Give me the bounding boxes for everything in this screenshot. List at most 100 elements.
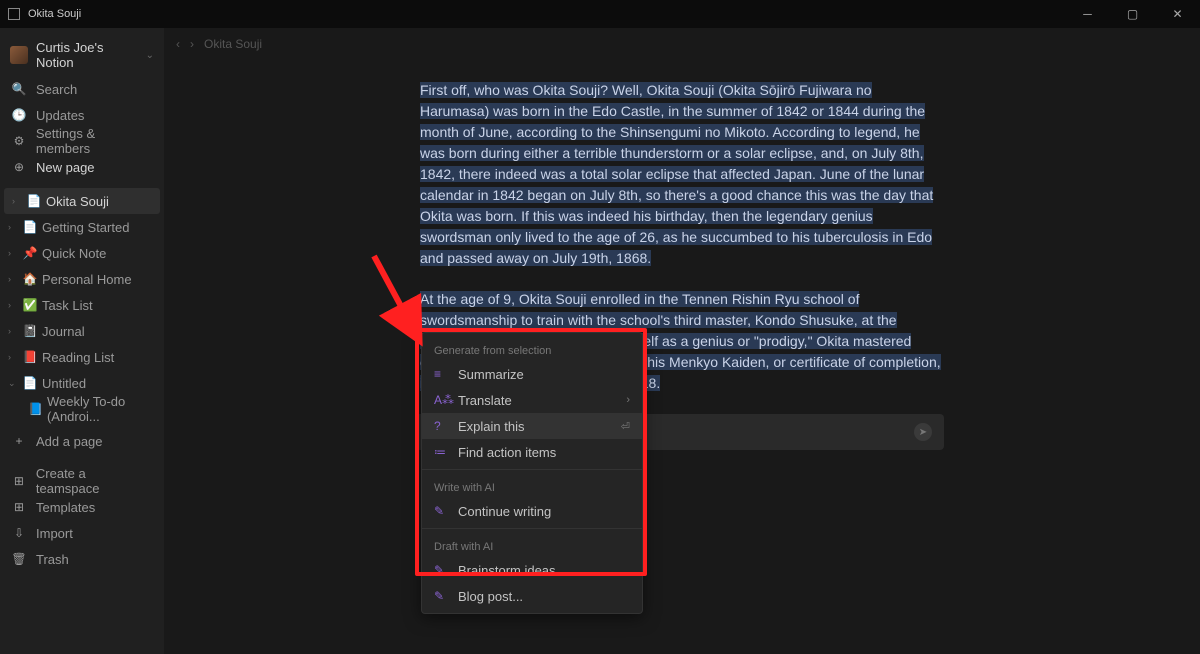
sidebar-page-personal-home[interactable]: › 🏠 Personal Home [0,266,164,292]
chevron-right-icon[interactable]: › [8,300,18,310]
breadcrumb[interactable]: Okita Souji [204,37,262,51]
settings-item[interactable]: ⚙ Settings & members [0,128,164,154]
ai-menu-explain[interactable]: ? Explain this ⏎ [422,413,642,439]
sidebar-page-reading-list[interactable]: › 📕 Reading List [0,344,164,370]
book-icon: 📘 [28,402,43,416]
list-icon: ≔ [434,445,448,459]
search-item[interactable]: 🔍 Search [0,76,164,102]
enter-icon: ⏎ [621,420,630,433]
search-icon: 🔍 [12,82,26,96]
chevron-right-icon[interactable]: › [8,274,18,284]
add-page-item[interactable]: + Add a page [0,428,164,454]
sidebar-page-weekly-todo[interactable]: 📘 Weekly To-do (Androi... [0,396,164,422]
chevron-right-icon[interactable]: › [8,326,18,336]
import-item[interactable]: ⇩ Import [0,520,164,546]
plus-icon: + [12,434,26,448]
minimize-button[interactable]: ─ [1065,0,1110,28]
ai-menu-translate[interactable]: A⁂ Translate › [422,387,642,413]
ai-menu-brainstorm[interactable]: ✎ Brainstorm ideas... [422,557,642,583]
content-area: ‹ › Okita Souji First off, who was Okita… [164,28,1200,654]
ai-menu-label: Translate [458,393,512,408]
new-page-label: New page [36,160,95,175]
sidebar: Curtis Joe's Notion ⌄ 🔍 Search 🕒 Updates… [0,28,164,654]
ai-menu-label: Explain this [458,419,524,434]
page-label: Untitled [42,376,86,391]
ai-menu-label: Brainstorm ideas... [458,563,566,578]
ai-menu-label: Blog post... [458,589,523,604]
gear-icon: ⚙ [12,134,26,148]
updates-item[interactable]: 🕒 Updates [0,102,164,128]
sidebar-page-untitled[interactable]: ⌄ 📄 Untitled [0,370,164,396]
ai-menu-label: Summarize [458,367,524,382]
page-list: › 📄 Okita Souji › 📄 Getting Started › 📌 … [0,188,164,454]
page-label: Weekly To-do (Androi... [47,394,156,424]
maximize-button[interactable]: ▢ [1110,0,1155,28]
divider [422,469,642,470]
document-icon: 📄 [26,194,42,208]
plus-circle-icon: ⊕ [12,160,26,174]
forward-button[interactable]: › [190,37,194,51]
chevron-right-icon[interactable]: › [8,248,18,258]
sidebar-page-getting-started[interactable]: › 📄 Getting Started [0,214,164,240]
window-title: Okita Souji [28,8,81,20]
workspace-name: Curtis Joe's Notion [36,40,138,70]
ai-menu-section-write: Write with AI [422,474,642,498]
ai-menu-section-generate: Generate from selection [422,337,642,361]
chevron-down-icon[interactable]: ⌄ [8,378,18,389]
ai-menu: Generate from selection ≡ Summarize A⁂ T… [421,332,643,614]
page-label: Okita Souji [46,194,109,209]
back-button[interactable]: ‹ [176,37,180,51]
teamspace-label: Create a teamspace [36,466,152,496]
new-page-item[interactable]: ⊕ New page [0,154,164,180]
ai-menu-section-draft: Draft with AI [422,533,642,557]
chevron-right-icon[interactable]: › [8,352,18,362]
pencil-icon: ✎ [434,563,448,577]
search-label: Search [36,82,77,97]
create-teamspace-item[interactable]: ⊞ Create a teamspace [0,468,164,494]
settings-label: Settings & members [36,126,152,156]
close-button[interactable]: ✕ [1155,0,1200,28]
pin-icon: 📌 [22,246,38,260]
sidebar-page-task-list[interactable]: › ✅ Task List [0,292,164,318]
clock-icon: 🕒 [12,108,26,122]
summarize-icon: ≡ [434,367,448,381]
ai-menu-action-items[interactable]: ≔ Find action items [422,439,642,465]
trash-label: Trash [36,552,69,567]
trash-icon: 🗑 [12,552,26,566]
sidebar-page-quick-note[interactable]: › 📌 Quick Note [0,240,164,266]
app-icon [8,8,20,20]
templates-item[interactable]: ⊞ Templates [0,494,164,520]
templates-label: Templates [36,500,95,515]
import-label: Import [36,526,73,541]
ai-menu-continue[interactable]: ✎ Continue writing [422,498,642,524]
check-icon: ✅ [22,298,38,312]
ai-menu-blog[interactable]: ✎ Blog post... [422,583,642,609]
avatar [10,46,28,64]
chevron-down-icon: ⌄ [146,50,154,61]
templates-icon: ⊞ [12,500,26,514]
ai-submit-button[interactable]: ➤ [914,423,932,441]
download-icon: ⇩ [12,526,26,540]
workspace-switcher[interactable]: Curtis Joe's Notion ⌄ [0,34,164,76]
notebook-icon: 📓 [22,324,38,338]
ai-menu-label: Find action items [458,445,556,460]
divider [422,528,642,529]
pencil-icon: ✎ [434,504,448,518]
ai-menu-summarize[interactable]: ≡ Summarize [422,361,642,387]
document-body[interactable]: First off, who was Okita Souji? Well, Ok… [164,56,1200,450]
document-icon: 📄 [22,220,38,234]
chevron-right-icon: › [626,394,630,406]
trash-item[interactable]: 🗑 Trash [0,546,164,572]
chevron-right-icon[interactable]: › [8,222,18,232]
chevron-right-icon[interactable]: › [12,196,22,206]
translate-icon: A⁂ [434,393,448,407]
home-icon: 🏠 [22,272,38,286]
ai-menu-label: Continue writing [458,504,551,519]
page-label: Getting Started [42,220,129,235]
title-bar: Okita Souji ─ ▢ ✕ [0,0,1200,28]
page-label: Personal Home [42,272,132,287]
sidebar-page-journal[interactable]: › 📓 Journal [0,318,164,344]
add-page-label: Add a page [36,434,103,449]
sidebar-page-okita[interactable]: › 📄 Okita Souji [4,188,160,214]
selected-paragraph-1[interactable]: First off, who was Okita Souji? Well, Ok… [420,82,933,266]
